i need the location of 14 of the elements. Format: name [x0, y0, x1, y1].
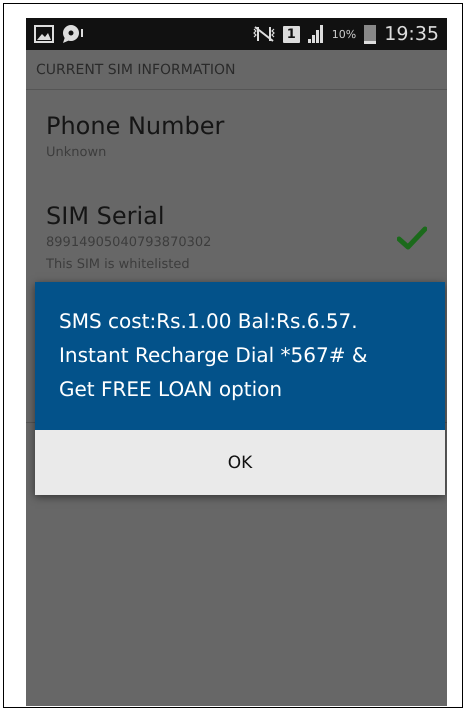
header-title: CURRENT SIM INFORMATION — [36, 62, 236, 78]
mute-icon — [252, 25, 275, 43]
chat-bubble-icon — [62, 25, 84, 43]
check-icon — [397, 226, 427, 250]
item-title: Phone Number — [46, 111, 226, 142]
sim-slot-label: 1 — [282, 26, 300, 42]
signal-icon — [308, 25, 324, 43]
ok-button[interactable]: OK — [35, 430, 445, 495]
dialog-message: SMS cost:Rs.1.00 Bal:Rs.6.57. Instant Recharge Dial *567# & Get FREE LOAN option — [35, 282, 445, 430]
item-title: SIM Serial — [46, 201, 166, 232]
image-icon — [34, 25, 54, 43]
clock: 19:35 — [384, 23, 439, 45]
battery-icon — [364, 24, 376, 44]
battery-percent: 10% — [332, 28, 356, 40]
